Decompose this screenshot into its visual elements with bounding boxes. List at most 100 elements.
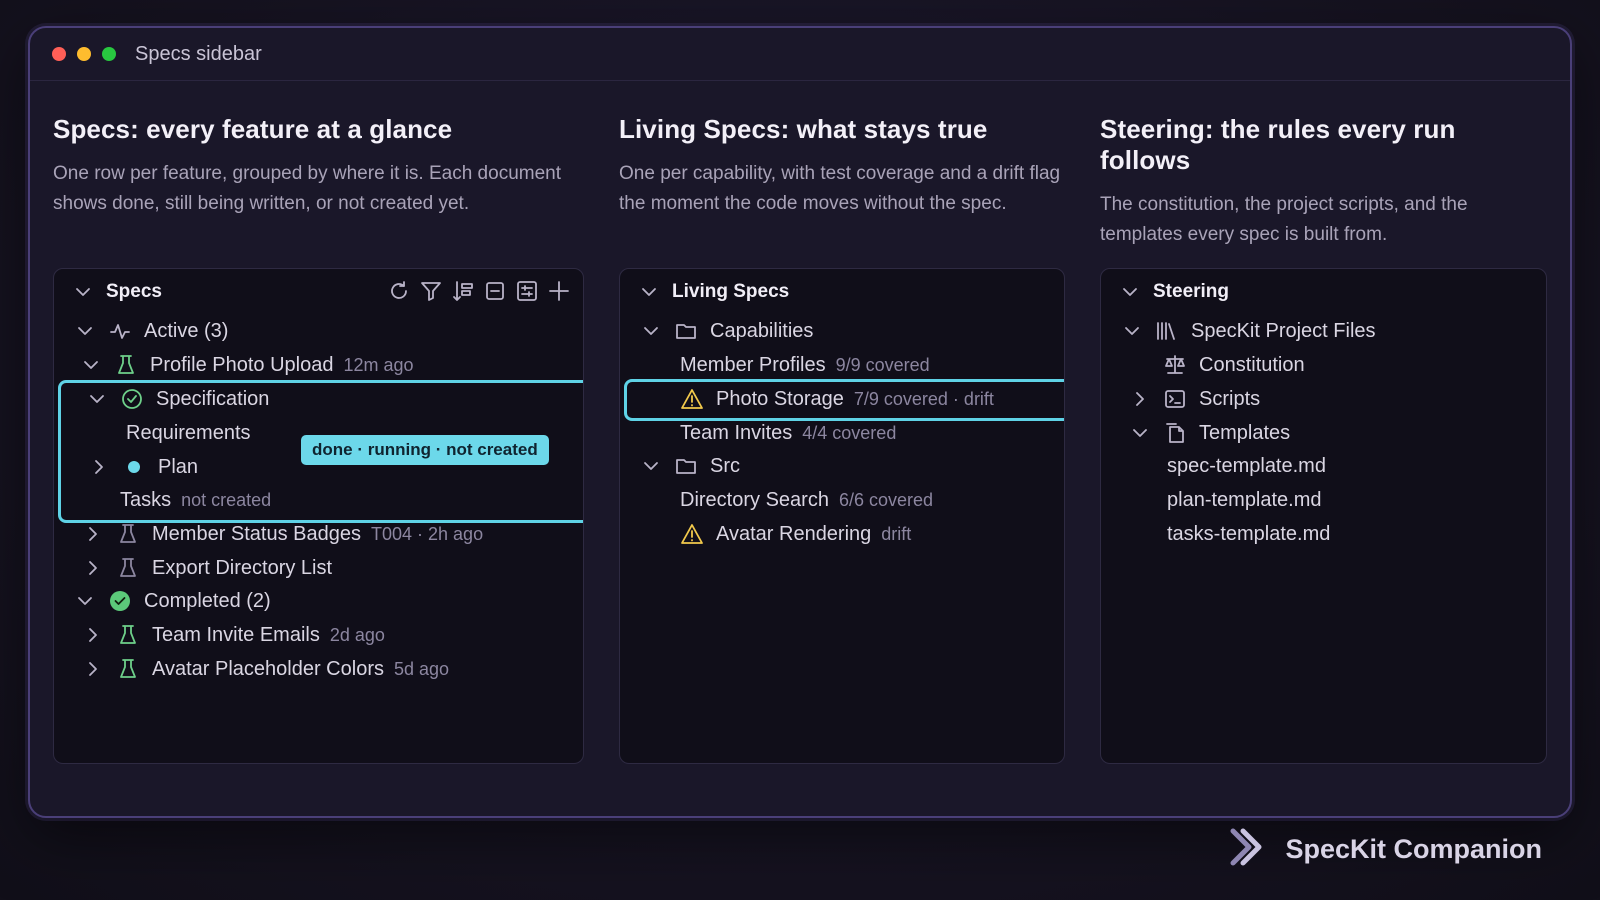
template-file[interactable]: plan-template.md [1167, 483, 1322, 517]
living-specs-header[interactable]: Living Specs [640, 275, 789, 309]
specs-header[interactable]: Specs [74, 275, 162, 309]
chevron-down-icon [1121, 283, 1139, 301]
steering-heading: Steering: the rules every run follows [1100, 114, 1456, 175]
window-title: Specs sidebar [135, 42, 262, 65]
file-label: plan-template.md [1167, 488, 1322, 511]
living-specs-description: One per capability, with test coverage a… [619, 163, 1061, 214]
constitution-item[interactable]: Constitution [1163, 348, 1305, 382]
chevron-right-icon [1131, 390, 1149, 408]
filter-icon[interactable] [419, 279, 443, 303]
terminal-icon [1163, 387, 1187, 411]
folder-label: Capabilities [710, 319, 814, 342]
active-group[interactable]: Active (3) [76, 314, 228, 348]
specs-panel: Specs Active (3) Profile Photo Upload 12… [53, 268, 584, 764]
capability-team-invites[interactable]: Team Invites 4/4 covered [680, 416, 896, 450]
capability-meta: 9/9 covered [835, 354, 930, 375]
spec-meta: T004 · 2h ago [371, 523, 484, 544]
living-specs-heading: Living Specs: what stays true [619, 114, 988, 144]
capability-label: Member Profiles [680, 353, 826, 376]
spec-profile-photo-upload[interactable]: Profile Photo Upload 12m ago [82, 348, 414, 382]
scripts-folder[interactable]: Scripts [1131, 382, 1260, 416]
doc-label: Plan [158, 455, 199, 478]
doc-meta: not created [181, 489, 272, 510]
chevron-down-icon [642, 457, 660, 475]
capability-label: Team Invites [680, 421, 793, 444]
project-files-folder[interactable]: SpecKit Project Files [1123, 314, 1376, 348]
maximize-window-button[interactable] [102, 47, 116, 61]
spec-meta: 2d ago [329, 624, 385, 645]
doc-plan[interactable]: Plan [90, 450, 198, 484]
chevron-right-icon [84, 660, 102, 678]
chevron-down-icon [640, 283, 658, 301]
item-label: Constitution [1199, 353, 1305, 376]
capability-member-profiles[interactable]: Member Profiles 9/9 covered [680, 348, 930, 382]
close-window-button[interactable] [52, 47, 66, 61]
check-filled-icon [108, 589, 132, 613]
chevron-down-icon [74, 283, 92, 301]
brand: SpecKit Companion [1227, 827, 1542, 872]
spec-label: Team Invite Emails [152, 623, 320, 646]
template-file[interactable]: tasks-template.md [1167, 517, 1330, 551]
steering-header-label: Steering [1153, 281, 1230, 302]
speckit-logo-icon [1227, 827, 1267, 872]
templates-folder[interactable]: Templates [1131, 416, 1290, 450]
src-folder[interactable]: Src [642, 449, 740, 483]
chevron-right-icon [84, 559, 102, 577]
spec-member-status-badges[interactable]: Member Status Badges T004 · 2h ago [84, 517, 483, 551]
doc-label: Tasks [120, 488, 172, 511]
refresh-icon[interactable] [387, 279, 411, 303]
capability-label: Avatar Rendering [716, 522, 872, 545]
doc-specification[interactable]: Specification [88, 382, 269, 416]
capability-avatar-rendering[interactable]: Avatar Rendering drift [680, 517, 911, 551]
doc-requirements[interactable]: Requirements [126, 416, 251, 450]
beaker-icon [116, 522, 140, 546]
capabilities-folder[interactable]: Capabilities [642, 314, 813, 348]
chevron-down-icon [88, 390, 106, 408]
sort-icon[interactable] [451, 279, 475, 303]
chevron-right-icon [90, 458, 108, 476]
capability-meta: 4/4 covered [802, 422, 897, 443]
warning-icon [680, 522, 704, 546]
active-group-label: Active (3) [144, 319, 229, 342]
scales-icon [1163, 353, 1187, 377]
capability-directory-search[interactable]: Directory Search 6/6 covered [680, 483, 933, 517]
doc-label: Requirements [126, 421, 251, 444]
chevron-down-icon [1123, 322, 1141, 340]
living-specs-header-label: Living Specs [672, 281, 790, 302]
title-bar: Specs sidebar [30, 28, 1570, 81]
folder-label: Scripts [1199, 387, 1261, 410]
spec-label: Profile Photo Upload [150, 353, 334, 376]
capability-meta: 6/6 covered [838, 489, 933, 510]
completed-group[interactable]: Completed (2) [76, 584, 271, 618]
status-legend-tooltip: done · running · not created [301, 435, 549, 465]
beaker-icon [114, 353, 138, 377]
minimize-window-button[interactable] [77, 47, 91, 61]
template-file[interactable]: spec-template.md [1167, 449, 1326, 483]
chevron-down-icon [1131, 424, 1149, 442]
spec-export-directory-list[interactable]: Export Directory List [84, 551, 332, 585]
folder-label: Src [710, 454, 740, 477]
add-icon[interactable] [547, 279, 571, 303]
completed-group-label: Completed (2) [144, 589, 271, 612]
spec-label: Member Status Badges [152, 522, 361, 545]
spec-label: Export Directory List [152, 556, 333, 579]
running-dot-icon [122, 455, 146, 479]
beaker-icon [116, 657, 140, 681]
folder-label: SpecKit Project Files [1191, 319, 1376, 342]
settings-icon[interactable] [515, 279, 539, 303]
spec-label: Avatar Placeholder Colors [152, 657, 384, 680]
steering-header[interactable]: Steering [1121, 275, 1229, 309]
doc-tasks[interactable]: Tasks not created [120, 483, 271, 517]
steering-description: The constitution, the project scripts, a… [1100, 194, 1468, 245]
chevron-down-icon [76, 592, 94, 610]
specs-description: One row per feature, grouped by where it… [53, 163, 561, 214]
beaker-icon [116, 623, 140, 647]
steering-intro: Steering: the rules every run follows Th… [1100, 114, 1550, 250]
capability-photo-storage[interactable]: Photo Storage 7/9 covered · drift [680, 382, 994, 416]
spec-team-invite-emails[interactable]: Team Invite Emails 2d ago [84, 618, 385, 652]
specs-toolbar [387, 279, 571, 303]
chevron-down-icon [82, 356, 100, 374]
collapse-all-icon[interactable] [483, 279, 507, 303]
folder-icon [674, 319, 698, 343]
spec-avatar-placeholder-colors[interactable]: Avatar Placeholder Colors 5d ago [84, 652, 449, 686]
